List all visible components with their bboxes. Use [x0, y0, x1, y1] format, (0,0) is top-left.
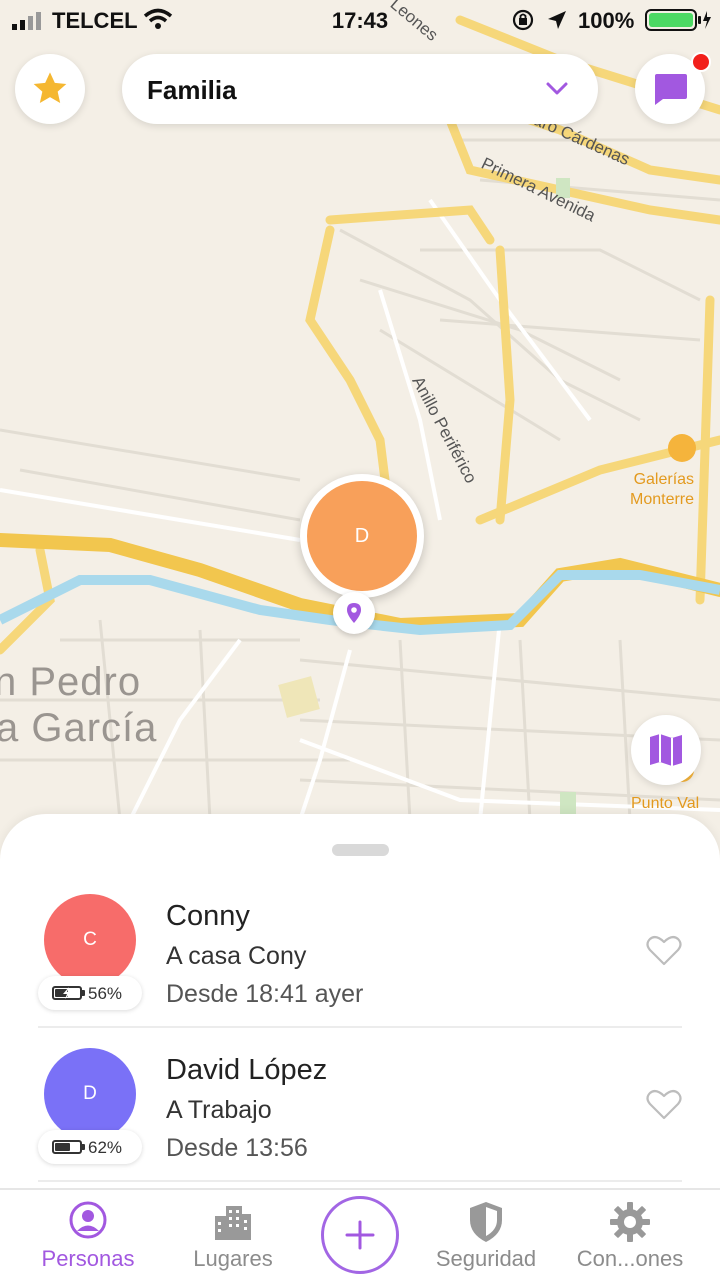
battery-percent: 100% [578, 8, 635, 33]
battery-nub [82, 990, 85, 996]
poi-label-galerias-line1: Galerías [633, 471, 695, 488]
tab-bar: Personas Lugares Seguridad Con...ones [0, 1188, 720, 1280]
member-map-pin[interactable]: D [300, 474, 424, 598]
poi-label-galerias: Galerías Monterre [630, 470, 694, 510]
tab-label: Seguridad [435, 1246, 537, 1271]
people-sheet[interactable]: C 56% Conny A casa Cony Desde 18:41 ayer… [0, 814, 720, 1194]
tab-label: Con...ones [576, 1246, 684, 1271]
tab-seguridad[interactable]: Seguridad [426, 1190, 546, 1280]
sheet-drag-handle[interactable] [332, 844, 389, 856]
messages-button[interactable] [635, 52, 711, 124]
tab-lugares[interactable]: Lugares [173, 1190, 293, 1280]
pin-avatar-initial: D [307, 481, 417, 591]
pin-location-marker [333, 592, 375, 634]
map-type-button[interactable] [631, 715, 701, 785]
battery-percent: 62% [88, 1138, 123, 1157]
location-pin-icon [347, 603, 361, 623]
person-since: Desde 13:56 [166, 1134, 308, 1162]
notification-dot [691, 52, 711, 72]
avatar: C [44, 894, 136, 986]
map-icon [650, 734, 682, 766]
rotation-lock-icon [512, 9, 534, 31]
poi-label-galerias-line2: Monterre [630, 491, 695, 508]
star-icon [33, 72, 67, 103]
tab-label: Lugares [193, 1246, 273, 1271]
row-divider [38, 1026, 682, 1028]
bolt-icon [63, 987, 71, 999]
heart-icon[interactable] [646, 934, 682, 966]
gear-icon [610, 1202, 650, 1242]
location-arrow-icon [548, 11, 566, 29]
battery-badge: 56% [38, 976, 142, 1010]
row-divider [38, 1180, 682, 1182]
map-view[interactable]: n Pedro a García aro Cárdenas Primera Av… [0, 0, 720, 880]
map-label-garcia: a García [0, 706, 158, 750]
person-place: A casa Cony [166, 942, 307, 970]
battery-level-fill [55, 1143, 70, 1151]
favorites-button[interactable] [15, 54, 85, 124]
person-icon [69, 1201, 107, 1239]
battery-icon [645, 9, 711, 31]
group-selector[interactable]: Familia [122, 54, 598, 124]
tab-personas[interactable]: Personas [28, 1190, 148, 1280]
group-name: Familia [147, 75, 237, 105]
add-button[interactable] [321, 1196, 399, 1274]
poi-label-punto-valle: Punto Val [631, 795, 700, 812]
tab-configuraciones[interactable]: Con...ones [570, 1190, 690, 1280]
buildings-icon [215, 1206, 251, 1240]
shield-icon [470, 1202, 502, 1242]
status-bar: TELCEL 17:43 100% [0, 0, 720, 40]
battery-icon [52, 1140, 85, 1154]
person-row-conny[interactable]: C 56% Conny A casa Cony Desde 18:41 ayer [38, 894, 682, 1048]
chevron-down-icon [546, 82, 568, 95]
person-since: Desde 18:41 ayer [166, 980, 364, 1008]
chat-icon [655, 74, 687, 105]
heart-icon[interactable] [646, 1088, 682, 1120]
avatar: D [44, 1048, 136, 1140]
person-row-david[interactable]: D 62% David López A Trabajo Desde 13:56 [38, 1048, 682, 1202]
person-name: David López [166, 1054, 328, 1086]
person-name: Conny [166, 900, 250, 932]
person-place: A Trabajo [166, 1096, 272, 1124]
plus-icon [345, 1220, 375, 1250]
map-label-pedro: n Pedro [0, 660, 142, 704]
battery-percent: 56% [88, 984, 123, 1003]
battery-nub [82, 1144, 85, 1150]
tab-label: Personas [41, 1246, 135, 1271]
battery-charging-icon [52, 986, 85, 1000]
battery-badge: 62% [38, 1130, 142, 1164]
